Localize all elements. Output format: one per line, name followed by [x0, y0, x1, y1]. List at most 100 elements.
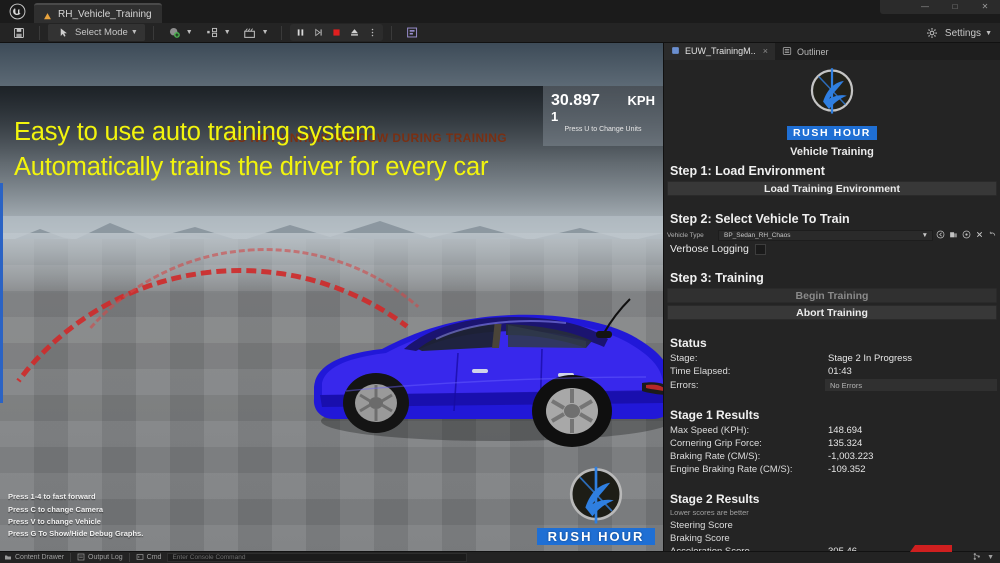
status-stage-label: Stage: [670, 353, 828, 364]
eject-icon[interactable] [346, 24, 363, 41]
platforms-button[interactable] [400, 24, 425, 41]
select-mode-label: Select Mode [75, 27, 128, 38]
chevron-down-icon: ▼ [985, 30, 992, 37]
verbose-logging-row: Verbose Logging [664, 241, 1000, 255]
settings-label: Settings [945, 28, 981, 39]
training-manager-widget: RUSH HOUR Vehicle Training Step 1: Load … [664, 60, 1000, 551]
stage2-row-steering: Steering Score [664, 519, 1000, 532]
help-line: Press V to change Vehicle [8, 516, 143, 528]
asset-picker-icon[interactable] [962, 230, 971, 241]
stage1-heading: Stage 1 Results [664, 406, 1000, 424]
panel-brand-wordmark: RUSH HOUR [787, 126, 877, 140]
chevron-down-icon: ▼ [224, 29, 231, 36]
save-icon [10, 24, 27, 41]
play-controls-group [290, 24, 383, 41]
cinematics-icon [242, 24, 259, 41]
settings-button[interactable]: Settings ▼ [924, 23, 992, 43]
rush-hour-wordmark: RUSH HOUR [537, 528, 655, 545]
unreal-editor-window: RH_Vehicle_Training — □ ✕ [0, 0, 1000, 563]
speed-unit: KPH [628, 93, 655, 108]
toolbar-divider [281, 26, 282, 40]
tab-euw-training-manager[interactable]: EUW_TrainingM.. × [664, 43, 775, 60]
stage1-row-engine-braking: Engine Braking Rate (CM/S): -109.352 [664, 463, 1000, 476]
browse-to-asset-icon[interactable] [936, 230, 945, 241]
help-line: Press C to change Camera [8, 504, 143, 516]
status-divider [129, 553, 130, 562]
stage1-braking-rate-value: -1,003.223 [828, 451, 873, 462]
viewport-help-text: Press 1-4 to fast forward Press C to cha… [8, 491, 143, 540]
status-bar: Content Drawer Output Log Cmd Enter Cons… [0, 551, 1000, 563]
add-actor-button[interactable]: ▼ [162, 24, 197, 41]
console-command-input[interactable]: Enter Console Command [167, 553, 467, 562]
tab-label: EUW_TrainingM.. [685, 46, 756, 56]
rush-hour-logo-icon [802, 66, 862, 118]
status-stage-value: Stage 2 In Progress [828, 353, 912, 364]
abort-training-button[interactable]: Abort Training [667, 305, 997, 320]
load-training-environment-button[interactable]: Load Training Environment [667, 181, 997, 196]
main-toolbar: Select Mode ▼ ▼ ▼ [0, 23, 1000, 43]
editor-utility-widget-icon [671, 46, 680, 57]
status-bar-right: ▼ [972, 552, 1000, 563]
maximize-button[interactable]: □ [940, 0, 970, 14]
status-bar-accent [910, 545, 952, 552]
speed-value: 30.897 [551, 92, 600, 110]
unreal-engine-logo-icon [0, 0, 34, 23]
right-dock-panel: EUW_TrainingM.. × Outliner [663, 43, 1000, 551]
chevron-down-icon: ▼ [131, 29, 138, 36]
document-tab-label: RH_Vehicle_Training [58, 9, 152, 20]
reset-icon[interactable] [988, 230, 997, 241]
toolbar-divider [391, 26, 392, 40]
output-log-button[interactable]: Output Log [77, 553, 123, 563]
panel-tabstrip: EUW_TrainingM.. × Outliner [664, 43, 1000, 60]
close-button[interactable]: ✕ [970, 0, 1000, 14]
stage1-cornering-grip-value: 135.324 [828, 438, 862, 449]
chevron-down-icon: ▼ [186, 29, 193, 36]
status-time-value: 01:43 [828, 366, 852, 377]
toolbar-divider [39, 26, 40, 40]
platforms-icon [404, 24, 421, 41]
more-options-icon[interactable] [364, 24, 381, 41]
transform-button[interactable]: ▼ [200, 24, 235, 41]
save-button[interactable] [6, 24, 31, 41]
content-drawer-icon [4, 553, 12, 563]
tab-outliner[interactable]: Outliner [775, 43, 836, 60]
promo-line-2: Automatically trains the driver for ever… [14, 150, 654, 185]
stage1-engine-braking-label: Engine Braking Rate (CM/S): [670, 464, 828, 475]
minimize-button[interactable]: — [910, 0, 940, 14]
stage2-row-braking: Braking Score [664, 532, 1000, 545]
verbose-logging-checkbox[interactable] [755, 244, 766, 255]
source-control-icon[interactable] [972, 552, 981, 563]
clear-icon[interactable] [975, 230, 984, 241]
spacer [664, 196, 1000, 210]
content-drawer-button[interactable]: Content Drawer [4, 553, 64, 563]
stage1-row-max-speed: Max Speed (KPH): 148.694 [664, 424, 1000, 437]
frame-step-icon[interactable] [310, 24, 327, 41]
title-bar: RH_Vehicle_Training — □ ✕ [0, 0, 1000, 23]
use-selected-asset-icon[interactable] [949, 230, 958, 241]
cinematics-button[interactable]: ▼ [238, 24, 273, 41]
stage1-engine-braking-value: -109.352 [828, 464, 866, 475]
vehicle-type-select[interactable]: BP_Sedan_RH_Chaos ▼ [718, 230, 933, 241]
vehicle-type-label: Vehicle Type [667, 232, 715, 239]
stage2-steering-label: Steering Score [670, 520, 828, 531]
begin-training-button[interactable]: Begin Training [667, 288, 997, 303]
level-viewport[interactable]: DO NOT UNHINK WINDOW DURING TRAINING Eas… [0, 43, 663, 551]
blueprint-icon [42, 9, 53, 20]
stop-icon[interactable] [328, 24, 345, 41]
viewport-left-edge-accent [0, 183, 3, 403]
status-time-label: Time Elapsed: [670, 366, 828, 377]
step1-heading: Step 1: Load Environment [664, 162, 1000, 181]
document-tab-rh-vehicle-training[interactable]: RH_Vehicle_Training [34, 3, 162, 23]
pause-icon[interactable] [292, 24, 309, 41]
close-icon[interactable]: × [763, 46, 768, 56]
chevron-down-icon: ▼ [922, 232, 928, 239]
transform-icon [204, 24, 221, 41]
output-log-icon [77, 553, 85, 563]
cmd-button[interactable]: Cmd [136, 553, 162, 563]
chevron-down-icon[interactable]: ▼ [987, 554, 994, 561]
asset-action-icons [936, 230, 997, 241]
stage1-row-cornering-grip: Cornering Grip Force: 135.324 [664, 437, 1000, 450]
step2-heading: Step 2: Select Vehicle To Train [664, 210, 1000, 229]
verbose-logging-label: Verbose Logging [670, 243, 749, 255]
select-mode-button[interactable]: Select Mode ▼ [48, 24, 145, 41]
